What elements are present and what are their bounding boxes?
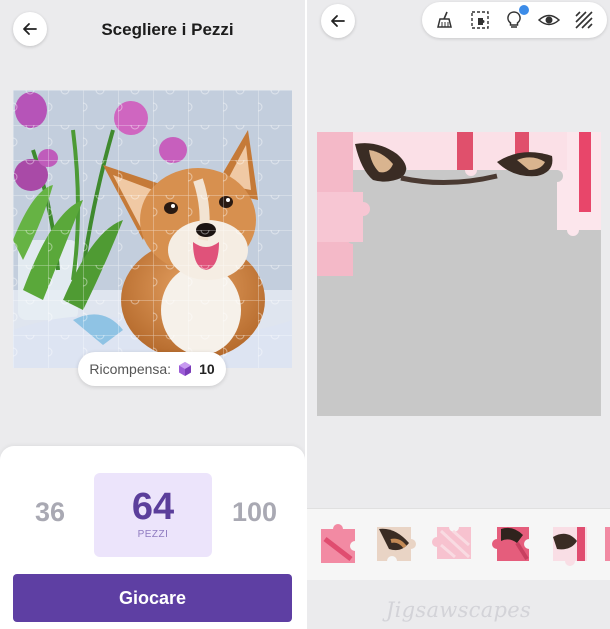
purple-gem-icon bbox=[179, 362, 192, 376]
broom-icon[interactable] bbox=[433, 8, 457, 32]
puzzle-board[interactable] bbox=[317, 132, 601, 416]
lightbulb-hint-icon[interactable] bbox=[502, 5, 530, 32]
reward-badge: Ricompensa: 10 bbox=[78, 352, 226, 386]
tray-piece[interactable] bbox=[547, 519, 595, 567]
piece-option-value: 64 bbox=[131, 486, 175, 528]
back-button[interactable] bbox=[321, 4, 355, 38]
reward-value: 10 bbox=[199, 361, 215, 377]
select-pieces-icon[interactable] bbox=[468, 8, 492, 32]
piece-selection-screen: Scegliere i Pezzi Ricompensa: 10 36 64 P… bbox=[0, 0, 305, 629]
tray-piece[interactable] bbox=[489, 519, 537, 567]
arrow-left-icon bbox=[331, 15, 345, 27]
game-toolbar bbox=[422, 2, 607, 38]
piece-option-36[interactable]: 36 bbox=[35, 497, 65, 528]
background-pattern-icon[interactable] bbox=[572, 8, 596, 32]
eye-preview-icon[interactable] bbox=[537, 8, 561, 32]
watermark-logo: Jigsawscapes bbox=[385, 598, 532, 622]
tray-piece[interactable] bbox=[315, 519, 363, 567]
reward-label: Ricompensa: bbox=[89, 361, 172, 377]
arrow-left-icon bbox=[23, 23, 37, 35]
tray-piece[interactable] bbox=[601, 519, 610, 567]
tray-piece[interactable] bbox=[371, 519, 419, 567]
puzzle-preview-image bbox=[13, 90, 292, 368]
page-title: Scegliere i Pezzi bbox=[101, 20, 234, 39]
play-button[interactable]: Giocare bbox=[13, 574, 292, 622]
piece-count-panel: 36 64 PEZZI 100 Giocare bbox=[0, 446, 305, 629]
back-button[interactable] bbox=[13, 12, 47, 46]
piece-tray[interactable] bbox=[307, 508, 610, 580]
piece-option-100[interactable]: 100 bbox=[232, 497, 277, 528]
puzzle-board-screen: Jigsawscapes bbox=[307, 0, 610, 629]
hint-badge bbox=[519, 5, 530, 15]
tray-piece[interactable] bbox=[431, 519, 479, 567]
piece-option-64-selected[interactable]: 64 PEZZI bbox=[94, 473, 212, 557]
piece-option-unit: PEZZI bbox=[137, 529, 169, 540]
